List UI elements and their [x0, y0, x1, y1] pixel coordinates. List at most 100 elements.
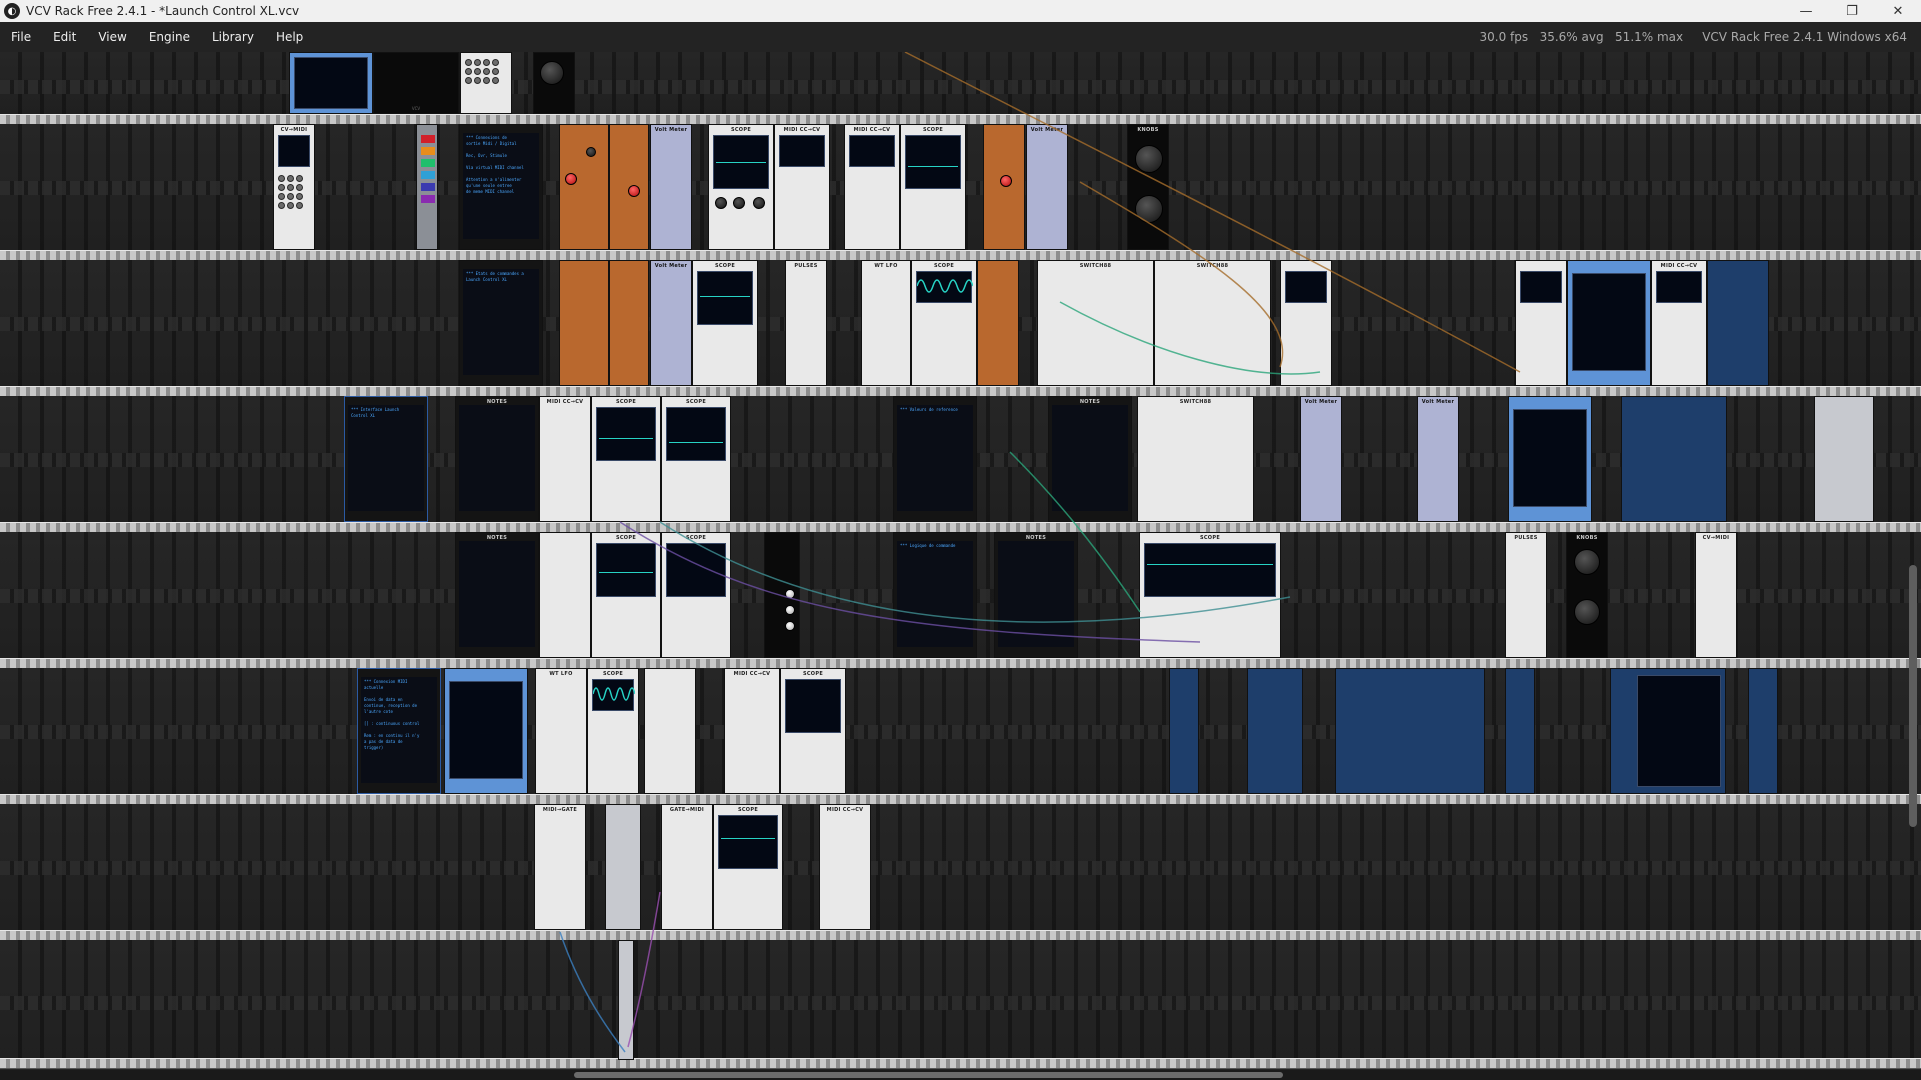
notes-text-area[interactable] [998, 541, 1074, 647]
module-midi-cc-cv[interactable]: MIDI CC→CV [1651, 260, 1707, 386]
module-blue-jacks[interactable] [1748, 668, 1778, 794]
menu-edit[interactable]: Edit [42, 22, 87, 52]
module-blue-display[interactable] [1610, 668, 1726, 794]
module-wt-lfo[interactable]: WT LFO [861, 260, 911, 386]
jack-grid[interactable] [278, 175, 310, 209]
module-gate-midi[interactable]: GATE→MIDI [661, 804, 713, 930]
button[interactable] [785, 621, 795, 631]
knob[interactable] [628, 185, 640, 197]
module-blue-matrix[interactable] [1621, 396, 1727, 522]
module-scope[interactable]: SCOPE [713, 804, 783, 930]
module-midi-map[interactable] [1508, 396, 1592, 522]
module-pulses[interactable]: PULSES [785, 260, 827, 386]
knob[interactable] [1000, 175, 1012, 187]
module-knobs[interactable]: KNOBS [1566, 532, 1608, 658]
notes-text-area[interactable]: *** Interface Launch Control XL [348, 405, 424, 511]
knob[interactable] [715, 197, 727, 209]
module-midi-cc-cv[interactable] [539, 532, 591, 658]
module-orange-logic[interactable] [559, 260, 609, 386]
knob[interactable] [1135, 195, 1163, 223]
module-notes-valeurs[interactable]: *** Valeurs de reference [893, 396, 977, 522]
module-volt-meter[interactable]: Volt Meter [1026, 124, 1068, 250]
module-scope[interactable]: SCOPE [780, 668, 846, 794]
menu-view[interactable]: View [87, 22, 137, 52]
module-midi-gate[interactable]: MIDI→GATE [534, 804, 586, 930]
horizontal-scroll-thumb[interactable] [574, 1072, 1283, 1078]
knob[interactable] [1574, 599, 1600, 625]
module-scope[interactable]: SCOPE [587, 668, 639, 794]
module-notes[interactable]: NOTES [455, 396, 539, 522]
module-scope[interactable]: SCOPE [911, 260, 977, 386]
knob[interactable] [1574, 549, 1600, 575]
module-scope[interactable]: SCOPE [591, 532, 661, 658]
module-blue-jacks[interactable] [1169, 668, 1199, 794]
module-volt-meter[interactable]: Volt Meter [650, 124, 692, 250]
close-button[interactable]: ✕ [1875, 0, 1921, 22]
notes-text-area[interactable] [1052, 405, 1128, 511]
module-blue-jacks[interactable] [1707, 260, 1769, 386]
notes-text-area[interactable] [459, 541, 535, 647]
module-blue-jacks[interactable] [1247, 668, 1303, 794]
module-color-palette[interactable] [416, 124, 438, 250]
module-midi-cc-cv[interactable]: MIDI CC→CV [724, 668, 780, 794]
module-octet[interactable] [1814, 396, 1874, 522]
module-notes[interactable]: NOTES [994, 532, 1078, 658]
menu-file[interactable]: File [0, 22, 42, 52]
module-notes-interface[interactable]: *** Interface Launch Control XL [344, 396, 428, 522]
module-scope[interactable]: SCOPE [661, 396, 731, 522]
module-midi-cc-cv[interactable]: MIDI CC→CV [774, 124, 830, 250]
module-scope[interactable]: SCOPE [692, 260, 758, 386]
module-pulses[interactable]: PULSES [1505, 532, 1547, 658]
module-orange-logic[interactable] [609, 260, 649, 386]
module-midi-map[interactable] [444, 668, 528, 794]
module-switch88[interactable]: SWITCH88 [1154, 260, 1271, 386]
button[interactable] [785, 605, 795, 615]
notes-text-area[interactable]: *** Logique de commande [897, 541, 973, 647]
module-volt-meter[interactable]: Volt Meter [1417, 396, 1459, 522]
module-volt-meter[interactable]: Volt Meter [650, 260, 692, 386]
notes-text-area[interactable] [459, 405, 535, 511]
module-scope[interactable]: SCOPE [900, 124, 966, 250]
module-midi-cc-cv[interactable]: MIDI CC→CV [539, 396, 591, 522]
notes-text-area[interactable]: *** Valeurs de reference [897, 405, 973, 511]
module-blue-jacks[interactable] [1505, 668, 1535, 794]
module-notes-logique[interactable]: *** Logique de commande [893, 532, 977, 658]
module-cv-midi[interactable]: CV→MIDI [273, 124, 315, 250]
module-orange-logic[interactable] [559, 124, 609, 250]
notes-text-area[interactable]: *** Connexions de sortie Midi / Digital … [463, 133, 539, 239]
maximize-button[interactable]: ❐ [1829, 0, 1875, 22]
module-notes[interactable]: NOTES [455, 532, 539, 658]
module-notes-connexions[interactable]: *** Connexions de sortie Midi / Digital … [459, 124, 543, 250]
minimize-button[interactable]: — [1783, 0, 1829, 22]
module-orange-logic[interactable] [609, 124, 649, 250]
module-orange-logic[interactable] [983, 124, 1025, 250]
vertical-scrollbar[interactable] [1909, 565, 1917, 827]
module-midi-cc-cv[interactable]: MIDI CC→CV [844, 124, 900, 250]
notes-text-area[interactable]: *** Connexion MIDI actuelle Envoi de dat… [361, 677, 437, 783]
module-midi-map-top[interactable] [289, 52, 373, 114]
module-cv-midi-cc[interactable] [1280, 260, 1332, 386]
module-scope[interactable]: SCOPE [708, 124, 774, 250]
module-cv-midi[interactable]: CV→MIDI [1695, 532, 1737, 658]
module-notes[interactable]: NOTES [1048, 396, 1132, 522]
module-scope[interactable]: SCOPE [661, 532, 731, 658]
module-utility-narrow[interactable] [618, 940, 634, 1060]
module-orange-logic[interactable] [977, 260, 1019, 386]
module-midi-cc-cv[interactable]: MIDI CC→CV [819, 804, 871, 930]
horizontal-scrollbar[interactable] [0, 1070, 1921, 1080]
module-utility[interactable] [605, 804, 641, 930]
menu-help[interactable]: Help [265, 22, 314, 52]
module-blank-display[interactable]: VCV [373, 52, 459, 114]
jack-grid[interactable] [465, 59, 507, 84]
knob[interactable] [753, 197, 765, 209]
menu-engine[interactable]: Engine [138, 22, 201, 52]
module-scope[interactable]: SCOPE [591, 396, 661, 522]
menu-library[interactable]: Library [201, 22, 265, 52]
module-cv-midi-cc[interactable] [644, 668, 696, 794]
module-switch88[interactable]: SWITCH88 [1137, 396, 1254, 522]
module-midi-cc[interactable] [1515, 260, 1567, 386]
knob[interactable] [733, 197, 745, 209]
module-scope[interactable]: SCOPE [1139, 532, 1281, 658]
module-rack[interactable]: VCV CV→MIDI *** Connexions de sortie Mid… [0, 52, 1921, 1070]
module-cv-midi-top[interactable] [460, 52, 512, 114]
